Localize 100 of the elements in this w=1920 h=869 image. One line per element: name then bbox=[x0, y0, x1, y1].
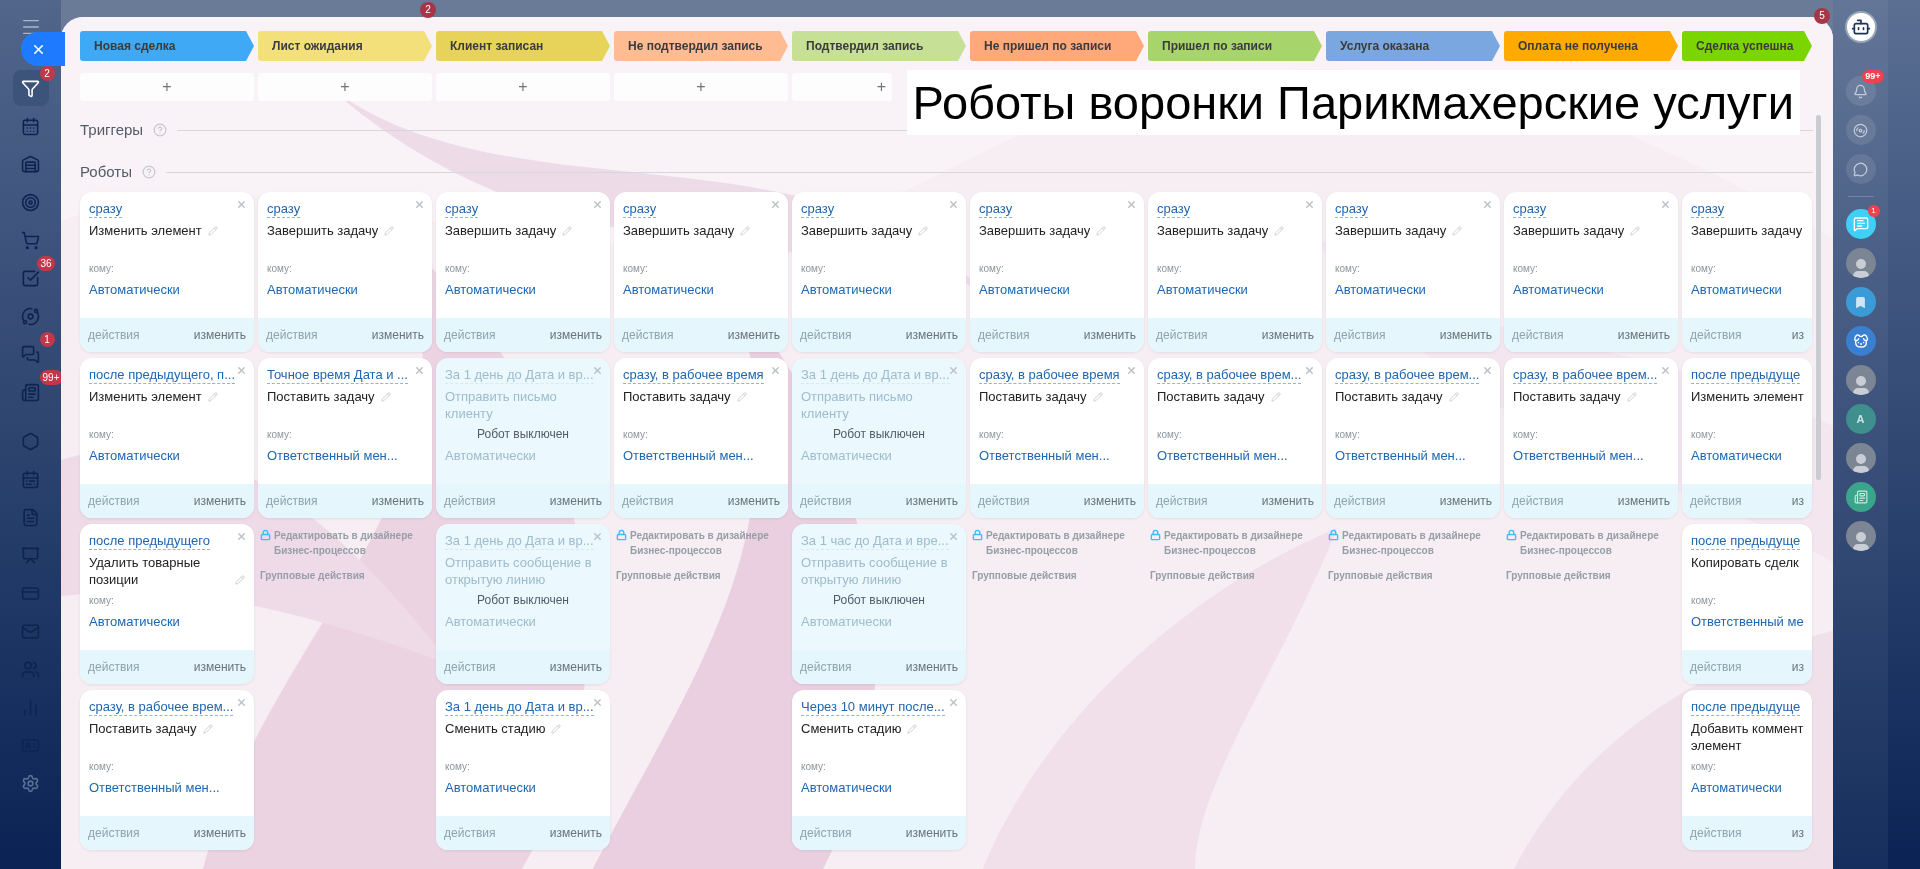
timing-link[interactable]: сразу bbox=[445, 200, 479, 218]
timing-link[interactable]: сразу bbox=[1157, 200, 1191, 218]
edit-link[interactable]: изменить bbox=[1083, 492, 1136, 510]
close-icon[interactable] bbox=[1660, 199, 1671, 210]
edit-link[interactable]: из bbox=[1791, 824, 1804, 842]
recipient-link[interactable]: Ответственный мен... bbox=[1513, 446, 1669, 466]
timing-link[interactable]: сразу, в рабочее врем... bbox=[1157, 366, 1302, 384]
robot-card[interactable]: после предыдуще Копировать сделк кому: Ответственный ме действия из bbox=[1682, 524, 1812, 684]
robot-card[interactable]: За 1 день до Дата и вр... Сменить стадию кому: Автоматически действия изменить bbox=[436, 690, 610, 850]
robot-card[interactable]: сразу Завершить задачу кому: Автоматически действия изменить bbox=[970, 192, 1144, 352]
robot-card[interactable]: сразу, в рабочее врем... Поставить задачу кому: Ответственный мен... действия изменить bbox=[1326, 358, 1500, 518]
recipient-link[interactable]: Ответственный ме bbox=[1691, 612, 1803, 632]
stage-header[interactable]: Клиент записан bbox=[436, 31, 610, 61]
recipient-link[interactable]: Автоматически bbox=[89, 280, 245, 300]
close-icon[interactable] bbox=[592, 199, 603, 210]
close-icon[interactable] bbox=[770, 199, 781, 210]
timing-link[interactable]: сразу, в рабочее время bbox=[623, 366, 764, 384]
robot-card[interactable]: сразу Завершить задачу кому: Автоматически действия изменить bbox=[436, 192, 610, 352]
close-icon[interactable] bbox=[592, 697, 603, 708]
add-button[interactable]: + bbox=[80, 73, 254, 101]
close-icon[interactable] bbox=[236, 199, 247, 210]
close-icon[interactable] bbox=[236, 531, 247, 542]
edit-link[interactable]: из bbox=[1791, 492, 1804, 510]
recipient-link[interactable]: Автоматически bbox=[623, 280, 779, 300]
close-icon[interactable] bbox=[1304, 199, 1315, 210]
recipient-link[interactable]: Ответственный мен... bbox=[979, 446, 1135, 466]
recipient-link[interactable]: Автоматически bbox=[445, 280, 601, 300]
timing-link[interactable]: сразу bbox=[1513, 200, 1547, 218]
recipient-link[interactable]: Автоматически bbox=[801, 778, 957, 798]
timing-link[interactable]: сразу bbox=[1691, 200, 1725, 218]
edit-link[interactable]: изменить bbox=[371, 492, 424, 510]
pencil-icon[interactable] bbox=[1274, 226, 1285, 236]
close-icon[interactable] bbox=[414, 365, 425, 376]
timing-link[interactable]: сразу bbox=[267, 200, 301, 218]
news-button[interactable] bbox=[1845, 482, 1876, 512]
activity-button[interactable] bbox=[1845, 115, 1876, 145]
recipient-link[interactable]: Автоматически bbox=[1157, 280, 1313, 300]
robot-card[interactable]: после предыдущего Удалить товарные позиции кому: Автоматически действия изменить bbox=[80, 524, 254, 684]
avatar[interactable] bbox=[1845, 365, 1876, 395]
robot-card[interactable]: сразу, в рабочее врем... Поставить задачу кому: Ответственный мен... действия изменить bbox=[1504, 358, 1678, 518]
timing-link[interactable]: после предыдуще bbox=[1691, 532, 1801, 550]
pencil-icon[interactable] bbox=[202, 724, 213, 734]
timing-link[interactable]: сразу bbox=[623, 200, 657, 218]
pencil-icon[interactable] bbox=[1448, 392, 1459, 402]
recipient-link[interactable]: Ответственный мен... bbox=[267, 446, 423, 466]
timing-link[interactable]: сразу bbox=[1335, 200, 1369, 218]
recipient-link[interactable]: Автоматически bbox=[445, 778, 601, 798]
timing-link[interactable]: За 1 день до Дата и вр... bbox=[445, 698, 594, 716]
edit-link[interactable]: изменить bbox=[549, 326, 602, 344]
edit-link[interactable]: изменить bbox=[549, 824, 602, 842]
stage-header[interactable]: Оплата не получена bbox=[1504, 31, 1678, 61]
timing-link[interactable]: сразу, в рабочее врем... bbox=[1335, 366, 1480, 384]
recipient-link[interactable]: Автоматически bbox=[89, 446, 245, 466]
robot-card[interactable]: сразу, в рабочее время Поставить задачу кому: Ответственный мен... действия изменить bbox=[614, 358, 788, 518]
robot-card[interactable]: сразу, в рабочее время Поставить задачу кому: Ответственный мен... действия изменить bbox=[970, 358, 1144, 518]
timing-link[interactable]: сразу, в рабочее врем... bbox=[89, 698, 234, 716]
close-icon[interactable] bbox=[948, 199, 959, 210]
edit-link[interactable]: изменить bbox=[1261, 492, 1314, 510]
edit-link[interactable]: изменить bbox=[1617, 492, 1670, 510]
timing-link[interactable]: сразу, в рабочее врем... bbox=[1513, 366, 1658, 384]
timing-link[interactable]: после предыдущего bbox=[89, 532, 210, 550]
pencil-icon[interactable] bbox=[1630, 226, 1641, 236]
pencil-icon[interactable] bbox=[1626, 392, 1637, 402]
recipient-link[interactable]: Автоматически bbox=[1335, 280, 1491, 300]
edit-link[interactable]: изменить bbox=[905, 326, 958, 344]
close-icon[interactable] bbox=[1126, 365, 1137, 376]
edit-link[interactable]: изменить bbox=[1083, 326, 1136, 344]
robot-card[interactable]: сразу Завершить задачу кому: Автоматически действия изменить bbox=[1148, 192, 1322, 352]
robot-card[interactable]: после предыдущего, п... Изменить элемент кому: Автоматически действия изменить bbox=[80, 358, 254, 518]
timing-link[interactable]: после предыдуще bbox=[1691, 698, 1801, 716]
avatar[interactable] bbox=[1845, 443, 1876, 473]
pencil-icon[interactable] bbox=[207, 226, 218, 236]
sidebar-item[interactable] bbox=[12, 70, 49, 106]
stage-header[interactable]: Пришел по записи bbox=[1148, 31, 1322, 61]
help-icon[interactable] bbox=[141, 165, 156, 179]
close-icon[interactable] bbox=[236, 697, 247, 708]
pencil-icon[interactable] bbox=[235, 575, 245, 585]
pencil-icon[interactable] bbox=[740, 226, 751, 236]
edit-link[interactable]: изменить bbox=[1439, 492, 1492, 510]
close-icon[interactable] bbox=[1126, 199, 1137, 210]
recipient-link[interactable]: Ответственный мен... bbox=[1157, 446, 1313, 466]
edit-link[interactable]: изменить bbox=[193, 492, 246, 510]
stage-header[interactable]: Не подтвердил запись bbox=[614, 31, 788, 61]
robot-card[interactable]: сразу, в рабочее врем... Поставить задачу кому: Ответственный мен... действия изменить bbox=[1148, 358, 1322, 518]
add-button[interactable]: + bbox=[792, 73, 892, 101]
robot-card[interactable]: сразу Завершить задачу кому: Автоматически действия изменить bbox=[258, 192, 432, 352]
timing-link[interactable]: сразу bbox=[801, 200, 835, 218]
recipient-link[interactable]: Автоматически bbox=[267, 280, 423, 300]
edit-link[interactable]: из bbox=[1791, 326, 1804, 344]
robot-card[interactable]: сразу Изменить элемент кому: Автоматически действия изменить bbox=[80, 192, 254, 352]
add-button[interactable]: + bbox=[614, 73, 788, 101]
messages-button[interactable] bbox=[1845, 154, 1876, 184]
pencil-icon[interactable] bbox=[736, 392, 747, 402]
recipient-link[interactable]: Автоматически bbox=[1691, 778, 1803, 798]
robot-avatar[interactable] bbox=[1844, 11, 1877, 43]
edit-link[interactable]: изменить bbox=[905, 824, 958, 842]
recipient-link[interactable]: Автоматически bbox=[1691, 280, 1803, 300]
stage-header[interactable]: Подтвердил запись bbox=[792, 31, 966, 61]
bookmark-button[interactable] bbox=[1845, 287, 1876, 317]
pencil-icon[interactable] bbox=[907, 724, 918, 734]
